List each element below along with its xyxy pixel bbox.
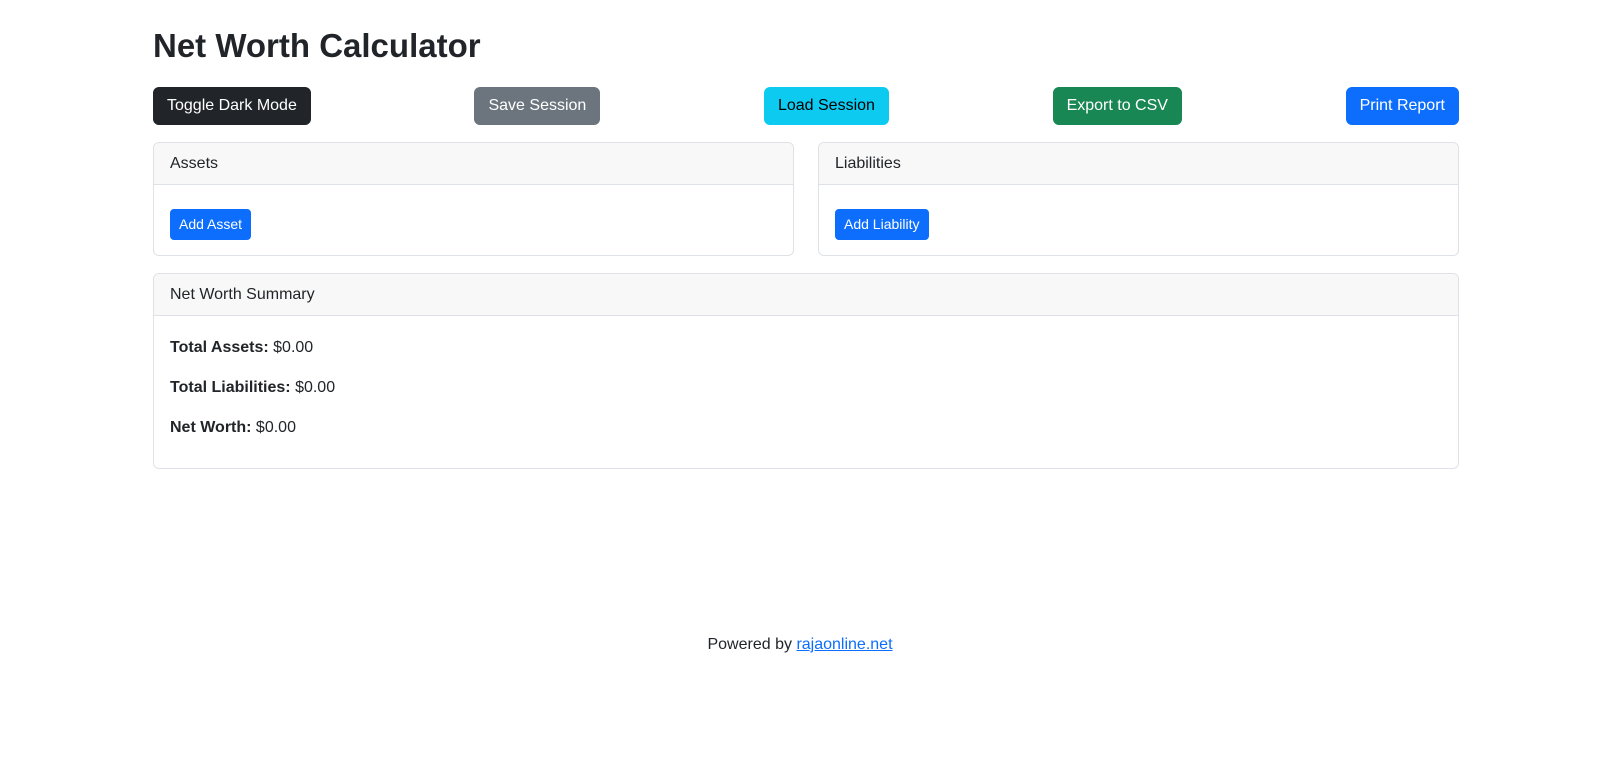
liabilities-card-header: Liabilities [819, 143, 1458, 185]
print-report-button[interactable]: Print Report [1345, 87, 1459, 125]
total-liabilities-value: $0.00 [295, 379, 336, 396]
assets-card-body: Add Asset [154, 185, 793, 255]
add-liability-button[interactable]: Add Liability [835, 209, 929, 240]
total-assets-value: $0.00 [273, 339, 314, 356]
toolbar: Toggle Dark Mode Save Session Load Sessi… [153, 87, 1459, 125]
net-worth-line: Net Worth: $0.00 [170, 416, 1442, 439]
assets-card-header: Assets [154, 143, 793, 185]
assets-card: Assets Add Asset [153, 142, 794, 256]
total-assets-line: Total Assets: $0.00 [170, 336, 1442, 359]
net-worth-value: $0.00 [255, 419, 296, 436]
footer-powered-by: Powered by [707, 636, 792, 653]
toggle-dark-mode-button[interactable]: Toggle Dark Mode [153, 87, 311, 125]
total-liabilities-line: Total Liabilities: $0.00 [170, 376, 1442, 399]
net-worth-summary-card: Net Worth Summary Total Assets: $0.00 To… [153, 273, 1459, 469]
add-asset-button[interactable]: Add Asset [170, 209, 252, 240]
net-worth-label: Net Worth: [170, 419, 252, 436]
load-session-button[interactable]: Load Session [763, 87, 889, 125]
liabilities-card: Liabilities Add Liability [818, 142, 1459, 256]
export-csv-button[interactable]: Export to CSV [1052, 87, 1182, 125]
footer: Powered by rajaonline.net [0, 633, 1600, 657]
page-title: Net Worth Calculator [153, 27, 481, 64]
footer-link[interactable]: rajaonline.net [796, 636, 892, 653]
liabilities-card-body: Add Liability [819, 185, 1458, 255]
summary-card-body: Total Assets: $0.00 Total Liabilities: $… [154, 316, 1458, 439]
total-assets-label: Total Assets: [170, 339, 269, 356]
total-liabilities-label: Total Liabilities: [170, 379, 291, 396]
save-session-button[interactable]: Save Session [474, 87, 601, 125]
summary-card-header: Net Worth Summary [154, 274, 1458, 316]
